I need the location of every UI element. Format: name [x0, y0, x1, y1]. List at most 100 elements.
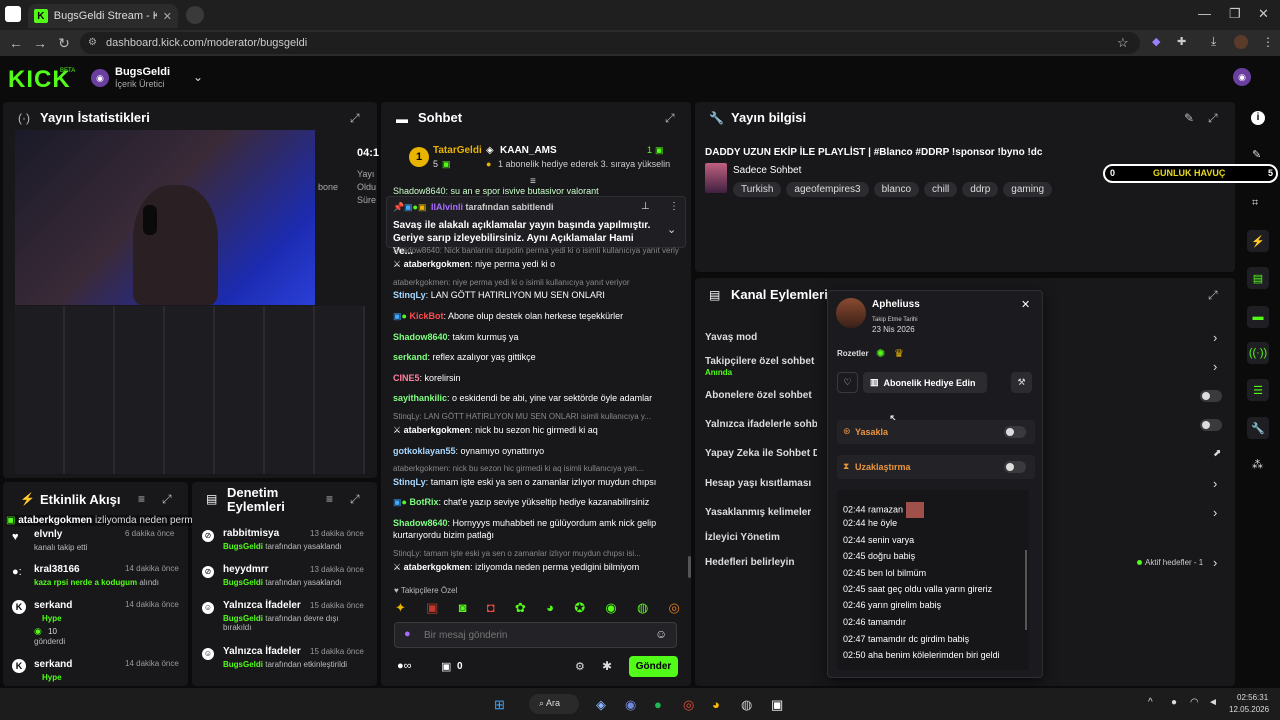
chat-message[interactable]: StinqLy: LAN GÖTT HATIRLIYON MU SEN ONLA…: [393, 289, 683, 301]
maximize-icon[interactable]: ❐: [1229, 6, 1241, 22]
chat-tools-icon[interactable]: ✱: [602, 659, 612, 673]
subscribers-only-row[interactable]: Abonelere özel sohbet: [705, 390, 812, 401]
ai-chat-row[interactable]: Yapay Zeka ile Sohbet De: [705, 448, 817, 459]
screenshot-icon[interactable]: ⌗: [1252, 197, 1258, 210]
bolt-sidebar-icon[interactable]: ⚡: [1247, 230, 1269, 252]
edit-sidebar-icon[interactable]: ✎: [1252, 148, 1261, 161]
emote-icon[interactable]: ▣: [426, 600, 438, 616]
pinned-expand-icon[interactable]: ⌄: [667, 223, 676, 236]
capcut-icon[interactable]: ▣: [771, 697, 783, 713]
channel-actions-popout-icon[interactable]: ⤢: [1208, 288, 1218, 303]
emote-icon[interactable]: ◉: [605, 600, 616, 616]
actions-sidebar-icon[interactable]: ☰: [1247, 379, 1269, 401]
site-info-icon[interactable]: ⚙: [88, 37, 97, 48]
info-icon[interactable]: i: [1251, 111, 1265, 125]
top-gifter-name[interactable]: KAAN_AMS: [500, 145, 557, 156]
edit-pencil-icon[interactable]: ✎: [1184, 111, 1194, 125]
tag[interactable]: Turkish: [733, 182, 782, 197]
ban-toggle[interactable]: [1004, 426, 1026, 438]
audit-filter-icon[interactable]: ≡: [326, 492, 333, 506]
scroll-indicator-icon[interactable]: ≡: [530, 176, 536, 187]
user-card-name[interactable]: Apheliuss: [872, 299, 920, 310]
pinned-menu-icon[interactable]: ⋮: [669, 201, 679, 212]
emote-icon[interactable]: ◕: [546, 600, 554, 616]
app-icon[interactable]: ◎: [683, 697, 694, 713]
close-window-icon[interactable]: ✕: [1258, 6, 1269, 22]
start-icon[interactable]: ⊞: [494, 697, 505, 713]
chevron-right-icon[interactable]: ›: [1213, 555, 1217, 570]
wrench-sidebar-icon[interactable]: 🔧: [1247, 417, 1269, 439]
chat-settings-icon[interactable]: ⚙: [575, 660, 585, 673]
emoji-icon[interactable]: ☺: [655, 627, 667, 641]
close-tab-icon[interactable]: ✕: [163, 10, 172, 23]
emote-icon[interactable]: ✪: [574, 600, 585, 616]
extensions-puzzle-icon[interactable]: ✚: [1177, 35, 1186, 48]
download-icon[interactable]: ⤓: [1211, 34, 1216, 49]
chat-message[interactable]: gotkoklayan55: oynamıyo oynattırıyo: [393, 445, 683, 457]
chat-message[interactable]: ⚔ ataberkgokmen: izliyomda neden perma y…: [393, 561, 683, 573]
chat-sidebar-icon[interactable]: ▬: [1247, 306, 1269, 328]
gift-sub-button[interactable]: ▥ Abonelik Hediye Edin: [863, 372, 987, 393]
emote-icon[interactable]: ◍: [637, 600, 648, 616]
taskbar-search[interactable]: ⌕ Ara: [529, 694, 579, 714]
mic-icon[interactable]: ●: [404, 628, 411, 640]
browser-profile-icon[interactable]: [5, 6, 21, 22]
chevron-right-icon[interactable]: ›: [1213, 359, 1217, 374]
emote-icon[interactable]: ◎: [669, 600, 680, 616]
send-button[interactable]: Gönder: [629, 656, 678, 677]
points-icon[interactable]: ●∞: [397, 660, 412, 672]
tag[interactable]: chill: [924, 182, 958, 197]
chrome-icon[interactable]: ◕: [712, 697, 720, 712]
chevron-right-icon[interactable]: ›: [1213, 476, 1217, 491]
clock-date[interactable]: 12.05.2026: [1229, 705, 1269, 714]
subscribers-only-toggle[interactable]: [1200, 390, 1222, 402]
chevron-right-icon[interactable]: ›: [1213, 505, 1217, 520]
chat-message[interactable]: ⚔ ataberkgokmen: nick bu sezon hic girme…: [393, 424, 683, 436]
follow-heart-button[interactable]: ♡: [837, 372, 858, 393]
doc-sidebar-icon[interactable]: ▤: [1247, 267, 1269, 289]
category-thumbnail[interactable]: [705, 163, 727, 193]
history-scrollbar[interactable]: [1025, 550, 1027, 630]
user-card-mod-button[interactable]: ⚒: [1011, 372, 1032, 393]
stream-preview-video[interactable]: [15, 130, 315, 305]
category-name[interactable]: Sadece Sohbet: [733, 165, 801, 176]
activity-filter-icon[interactable]: ≡: [138, 492, 145, 506]
chevron-right-icon[interactable]: ›: [1213, 330, 1217, 345]
chat-message[interactable]: CINE5: korelirsin: [393, 372, 683, 384]
mic-tray-icon[interactable]: ●: [1171, 697, 1177, 708]
tag[interactable]: ddrp: [962, 182, 999, 197]
emotes-only-row[interactable]: Yalnızca ifadelerle sohbet: [705, 419, 817, 430]
chat-message[interactable]: Shadow8640: takım kurmuş ya: [393, 331, 683, 343]
top-user-name[interactable]: TatarGeldi: [433, 145, 482, 156]
activity-popout-icon[interactable]: ⤢: [162, 492, 172, 507]
user-card-close-icon[interactable]: ✕: [1021, 298, 1030, 311]
browser-tab[interactable]: K BugsGeldi Stream - Kick Dashb ✕: [28, 4, 178, 28]
chat-message[interactable]: ▣● KickBot: Abone olup destek olan herke…: [393, 310, 683, 322]
spotify-icon[interactable]: ●: [654, 697, 662, 712]
popout-icon[interactable]: ⤢: [350, 111, 360, 126]
discord-icon[interactable]: ◉: [625, 697, 636, 713]
chat-message[interactable]: sayithankilic: o eskidendi be abi, yine …: [393, 392, 683, 404]
wifi-icon[interactable]: ◠: [1190, 697, 1199, 708]
volume-icon[interactable]: ◄: [1208, 697, 1218, 708]
audit-popout-icon[interactable]: ⤢: [350, 492, 360, 507]
chat-input[interactable]: [424, 627, 644, 643]
followers-only-row[interactable]: Takipçilere özel sohbet: [705, 356, 814, 367]
tray-chevron-icon[interactable]: ^: [1148, 697, 1153, 708]
slow-mode-row[interactable]: Yavaş mod: [705, 332, 757, 343]
browser-menu-icon[interactable]: ⋮: [1262, 35, 1274, 49]
emote-icon[interactable]: ✿: [515, 600, 526, 616]
back-icon[interactable]: ←: [4, 35, 28, 51]
minimize-icon[interactable]: —: [1198, 6, 1211, 21]
store-icon[interactable]: ▣: [441, 660, 451, 673]
channel-switch-chevron-icon[interactable]: ⌄: [193, 70, 203, 84]
broadcast-sidebar-icon[interactable]: ((·)): [1247, 342, 1269, 364]
goals-row[interactable]: Hedefleri belirleyin: [705, 557, 794, 568]
account-age-row[interactable]: Hesap yaşı kısıtlaması: [705, 478, 811, 489]
clock-time[interactable]: 02:56:31: [1237, 693, 1268, 702]
user-avatar[interactable]: ◉: [1233, 68, 1251, 86]
chat-popout-icon[interactable]: ⤢: [665, 111, 675, 126]
stream-info-popout-icon[interactable]: ⤢: [1208, 111, 1218, 126]
more-sidebar-icon[interactable]: ⁂: [1252, 458, 1263, 471]
new-tab-button[interactable]: [186, 6, 204, 24]
